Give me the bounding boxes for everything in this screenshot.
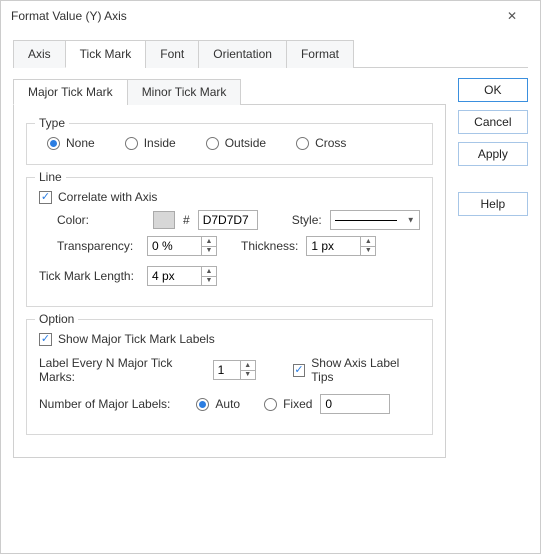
dialog-title: Format Value (Y) Axis [11,9,492,23]
title-bar: Format Value (Y) Axis ✕ [1,1,540,31]
dialog-body: Axis Tick Mark Font Orientation Format M… [1,31,540,553]
chevron-up-icon[interactable]: ▲ [361,237,375,247]
type-inside-label: Inside [144,136,176,150]
correlate-label: Correlate with Axis [58,190,157,204]
show-tips-label: Show Axis Label Tips [311,356,419,384]
radio-icon [125,137,138,150]
checkbox-icon [293,364,306,377]
label-every-label: Label Every N Major Tick Marks: [39,356,205,384]
transparency-label: Transparency: [57,239,139,253]
type-none-label: None [66,136,95,150]
length-label: Tick Mark Length: [39,269,139,283]
label-every-row: Label Every N Major Tick Marks: 1 ▲▼ Sho… [39,356,420,384]
transparency-row: Transparency: 0 % ▲▼ Thickness: 1 px ▲▼ [57,236,420,256]
num-labels-fixed-option[interactable]: Fixed [264,397,312,411]
fixed-value-input[interactable]: 0 [320,394,390,414]
close-button[interactable]: ✕ [492,2,532,30]
color-swatch[interactable] [153,211,175,229]
radio-icon [47,137,60,150]
button-column: OK Cancel Apply Help [458,78,528,458]
chevron-down-icon[interactable]: ▼ [202,277,216,286]
color-row: Color: # D7D7D7 Style: ▼ [57,210,420,230]
spinner-arrows: ▲▼ [201,267,216,285]
tab-axis[interactable]: Axis [13,40,66,68]
length-row: Tick Mark Length: 4 px ▲▼ [39,266,420,286]
num-labels-row: Number of Major Labels: Auto Fixed [39,394,420,414]
checkbox-icon [39,333,52,346]
sub-tab-minor[interactable]: Minor Tick Mark [127,79,242,105]
ok-button[interactable]: OK [458,78,528,102]
type-legend: Type [35,116,69,130]
line-legend: Line [35,170,66,184]
sub-tab-bar: Major Tick Mark Minor Tick Mark [13,78,446,105]
tab-content: Major Tick Mark Minor Tick Mark Type Non… [13,78,446,458]
tab-tick-mark[interactable]: Tick Mark [65,40,147,68]
show-tips-checkbox-row[interactable]: Show Axis Label Tips [293,356,420,384]
label-every-input[interactable]: 1 ▲▼ [213,360,256,380]
cancel-button[interactable]: Cancel [458,110,528,134]
chevron-down-icon[interactable]: ▼ [361,247,375,256]
chevron-down-icon[interactable]: ▼ [202,247,216,256]
show-labels-checkbox-row[interactable]: Show Major Tick Mark Labels [39,332,420,346]
type-cross-option[interactable]: Cross [296,136,346,150]
chevron-down-icon: ▼ [407,216,415,225]
chevron-up-icon[interactable]: ▲ [202,237,216,247]
spinner-arrows: ▲▼ [240,361,255,379]
num-labels-label: Number of Major Labels: [39,397,170,411]
help-button[interactable]: Help [458,192,528,216]
style-label: Style: [292,213,322,227]
spinner-arrows: ▲▼ [360,237,375,255]
thickness-value: 1 px [311,239,334,253]
radio-icon [296,137,309,150]
type-outside-option[interactable]: Outside [206,136,266,150]
type-none-option[interactable]: None [47,136,95,150]
line-style-preview [335,220,397,221]
close-icon: ✕ [507,9,517,23]
thickness-label: Thickness: [241,239,298,253]
dialog-window: Format Value (Y) Axis ✕ Axis Tick Mark F… [0,0,541,554]
option-legend: Option [35,312,78,326]
thickness-input[interactable]: 1 px ▲▼ [306,236,376,256]
type-fieldset: Type None Inside [26,123,433,165]
content-row: Major Tick Mark Minor Tick Mark Type Non… [13,78,528,458]
show-labels-label: Show Major Tick Mark Labels [58,332,215,346]
auto-label: Auto [215,397,240,411]
spinner-arrows: ▲▼ [201,237,216,255]
major-tick-panel: Type None Inside [13,105,446,458]
num-labels-auto-option[interactable]: Auto [196,397,240,411]
radio-icon [196,398,209,411]
color-input[interactable]: D7D7D7 [198,210,258,230]
chevron-up-icon[interactable]: ▲ [202,267,216,277]
main-tab-bar: Axis Tick Mark Font Orientation Format [13,39,528,68]
line-fieldset: Line Correlate with Axis Color: # D7D7D7 [26,177,433,307]
type-cross-label: Cross [315,136,346,150]
length-input[interactable]: 4 px ▲▼ [147,266,217,286]
length-value: 4 px [152,269,175,283]
type-radio-group: None Inside Outside [47,136,420,150]
label-every-value: 1 [218,363,225,377]
sub-tab-major[interactable]: Major Tick Mark [13,79,128,105]
transparency-input[interactable]: 0 % ▲▼ [147,236,217,256]
apply-button[interactable]: Apply [458,142,528,166]
correlate-checkbox-row[interactable]: Correlate with Axis [39,190,420,204]
option-fieldset: Option Show Major Tick Mark Labels Label… [26,319,433,435]
hash-label: # [183,213,190,227]
chevron-down-icon[interactable]: ▼ [241,371,255,380]
chevron-up-icon[interactable]: ▲ [241,361,255,371]
checkbox-icon [39,191,52,204]
type-inside-option[interactable]: Inside [125,136,176,150]
type-outside-label: Outside [225,136,266,150]
fixed-label: Fixed [283,397,312,411]
tab-font[interactable]: Font [145,40,199,68]
radio-icon [264,398,277,411]
tab-orientation[interactable]: Orientation [198,40,287,68]
style-select[interactable]: ▼ [330,210,420,230]
radio-icon [206,137,219,150]
transparency-value: 0 % [152,239,173,253]
tab-format[interactable]: Format [286,40,354,68]
color-label: Color: [57,213,107,227]
